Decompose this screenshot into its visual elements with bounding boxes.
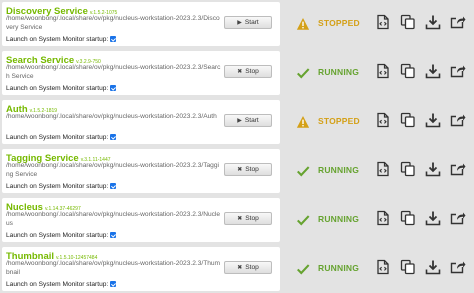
settings-doc-icon[interactable]	[375, 210, 391, 226]
launch-on-startup-label: Launch on System Monitor startup:	[6, 133, 109, 141]
close-icon: ✖	[237, 216, 243, 222]
status-indicator: RUNNING	[296, 261, 359, 275]
status-text: RUNNING	[318, 165, 360, 175]
share-icon[interactable]	[450, 112, 466, 128]
service-path: /home/woonbong/.local/share/ov/pkg/nucle…	[6, 211, 221, 227]
copy-icon[interactable]	[400, 161, 416, 177]
launch-on-startup-label: Launch on System Monitor startup:	[6, 35, 109, 43]
close-icon: ✖	[237, 265, 243, 271]
checkmark-icon	[296, 66, 310, 79]
launch-on-startup-label: Launch on System Monitor startup:	[6, 182, 109, 190]
status-indicator: RUNNING	[296, 65, 359, 79]
status-text: STOPPED	[318, 18, 360, 28]
status-indicator: STOPPED	[296, 16, 360, 30]
share-icon[interactable]	[450, 161, 466, 177]
launch-on-startup-checkbox[interactable]	[110, 36, 117, 42]
checkmark-icon	[296, 213, 310, 226]
service-row: Nucleus v.1.14.37-46297 /home/woonbong/.l…	[0, 198, 474, 242]
stop-button[interactable]: ✖ Stop	[224, 163, 272, 176]
service-path: /home/woonbong/.local/share/ov/pkg/nucle…	[6, 260, 221, 276]
service-row: Discovery Service v.1.5.2-1075 /home/woon…	[0, 2, 474, 46]
start-button[interactable]: ▶ Start	[224, 16, 272, 29]
warning-icon	[296, 115, 310, 128]
download-icon[interactable]	[425, 112, 441, 128]
copy-icon[interactable]	[400, 63, 416, 79]
settings-doc-icon[interactable]	[375, 112, 391, 128]
download-icon[interactable]	[425, 259, 441, 275]
service-path: /home/woonbong/.local/share/ov/pkg/nucle…	[6, 15, 220, 31]
status-indicator: RUNNING	[296, 163, 359, 177]
share-icon[interactable]	[450, 63, 466, 79]
start-button[interactable]: ▶ Start	[224, 114, 272, 127]
share-icon[interactable]	[450, 259, 466, 275]
warning-icon	[296, 17, 310, 30]
download-icon[interactable]	[425, 210, 441, 226]
service-card: Auth v.1.5.2-1819 /home/woonbong/.local/s…	[2, 100, 280, 144]
launch-on-startup-checkbox[interactable]	[110, 281, 117, 287]
service-row: Thumbnail v.1.5.10-12457484 /home/woonbon…	[0, 247, 474, 291]
share-icon[interactable]	[450, 14, 466, 30]
checkmark-icon	[296, 262, 310, 275]
service-path: /home/woonbong/.local/share/ov/pkg/nucle…	[6, 162, 219, 178]
service-row: Auth v.1.5.2-1819 /home/woonbong/.local/s…	[0, 100, 474, 144]
close-icon: ✖	[237, 167, 243, 173]
settings-doc-icon[interactable]	[375, 161, 391, 177]
download-icon[interactable]	[425, 63, 441, 79]
close-icon: ✖	[237, 69, 243, 75]
service-card: Discovery Service v.1.5.2-1075 /home/woon…	[2, 2, 280, 46]
service-row: Tagging Service v.3.1.11-1447 /home/woonb…	[0, 149, 474, 193]
launch-on-startup-label: Launch on System Monitor startup:	[6, 84, 109, 92]
launch-on-startup-label: Launch on System Monitor startup:	[6, 280, 109, 288]
copy-icon[interactable]	[400, 259, 416, 275]
checkmark-icon	[296, 164, 310, 177]
settings-doc-icon[interactable]	[375, 63, 391, 79]
stop-button[interactable]: ✖ Stop	[224, 65, 272, 78]
copy-icon[interactable]	[400, 14, 416, 30]
copy-icon[interactable]	[400, 112, 416, 128]
settings-doc-icon[interactable]	[375, 14, 391, 30]
share-icon[interactable]	[450, 210, 466, 226]
status-text: RUNNING	[318, 263, 360, 273]
launch-on-startup-label: Launch on System Monitor startup:	[6, 231, 109, 239]
launch-on-startup-checkbox[interactable]	[110, 183, 117, 189]
settings-doc-icon[interactable]	[375, 259, 391, 275]
launch-on-startup-checkbox[interactable]	[110, 134, 117, 140]
play-icon: ▶	[237, 20, 242, 26]
service-card: Thumbnail v.1.5.10-12457484 /home/woonbon…	[2, 247, 280, 291]
copy-icon[interactable]	[400, 210, 416, 226]
launch-on-startup-checkbox[interactable]	[110, 85, 117, 91]
status-text: RUNNING	[318, 67, 360, 77]
status-indicator: RUNNING	[296, 212, 359, 226]
service-path: /home/woonbong/.local/share/ov/pkg/nucle…	[6, 113, 217, 120]
download-icon[interactable]	[425, 14, 441, 30]
service-row: Search Service v.3.2.9-750 /home/woonbong…	[0, 51, 474, 95]
service-card: Nucleus v.1.14.37-46297 /home/woonbong/.l…	[2, 198, 280, 242]
service-card: Search Service v.3.2.9-750 /home/woonbong…	[2, 51, 280, 95]
service-path: /home/woonbong/.local/share/ov/pkg/nucle…	[6, 64, 221, 80]
status-indicator: STOPPED	[296, 114, 360, 128]
status-text: RUNNING	[318, 214, 360, 224]
stop-button[interactable]: ✖ Stop	[224, 212, 272, 225]
status-text: STOPPED	[318, 116, 360, 126]
launch-on-startup-checkbox[interactable]	[110, 232, 117, 238]
stop-button[interactable]: ✖ Stop	[224, 261, 272, 274]
play-icon: ▶	[237, 118, 242, 124]
service-card: Tagging Service v.3.1.11-1447 /home/woonb…	[2, 149, 280, 193]
download-icon[interactable]	[425, 161, 441, 177]
